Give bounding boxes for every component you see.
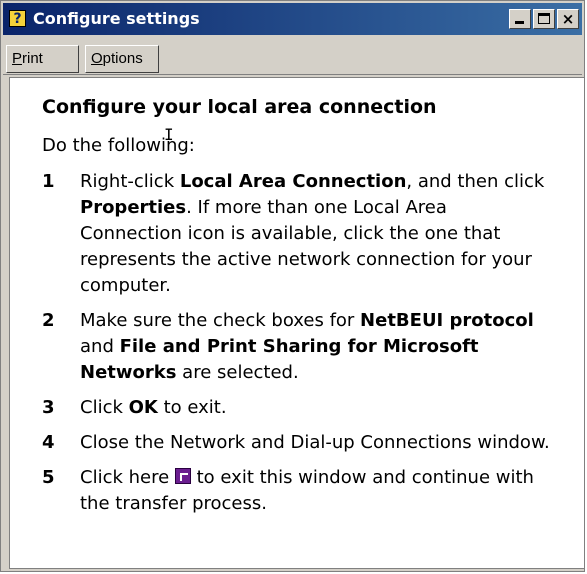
title-bar[interactable]: ? Configure settings × [3, 3, 582, 35]
list-item: 5 Click here to exit this window and con… [42, 465, 552, 517]
options-label: ptions [102, 50, 143, 67]
step-number: 3 [42, 397, 55, 418]
step-number: 4 [42, 432, 55, 453]
list-item: 1 Right-click Local Area Connection, and… [42, 169, 552, 299]
maximize-icon [538, 13, 550, 24]
step-text: Make sure the check boxes for NetBEUI pr… [80, 310, 534, 383]
step-text: Right-click Local Area Connection, and t… [80, 171, 545, 296]
list-item: 3 Click OK to exit. [42, 395, 552, 421]
step-number: 5 [42, 467, 55, 488]
print-label: rint [22, 50, 43, 67]
maximize-button[interactable] [533, 9, 555, 29]
print-accel: P [12, 50, 23, 67]
step-number: 2 [42, 310, 55, 331]
close-icon: × [561, 10, 575, 28]
help-content[interactable]: Configure your local area connection Do … [9, 77, 584, 569]
window-title: Configure settings [33, 9, 200, 28]
print-button[interactable]: Print [6, 45, 79, 73]
page-title: Configure your local area connection [42, 96, 437, 118]
list-item: 2 Make sure the check boxes for NetBEUI … [42, 308, 552, 386]
minimize-icon [515, 21, 524, 24]
step-text: Close the Network and Dial-up Connection… [80, 432, 550, 453]
options-accel: O [91, 50, 103, 67]
text-cursor-icon: I [164, 125, 174, 144]
list-item: 4 Close the Network and Dial-up Connecti… [42, 430, 552, 456]
exit-window-icon[interactable] [174, 468, 191, 484]
close-button[interactable]: × [557, 9, 579, 29]
step-number: 1 [42, 171, 55, 192]
help-icon: ? [9, 10, 26, 27]
step-text: Click here to exit this window and conti… [80, 467, 534, 514]
options-button[interactable]: Options [85, 45, 159, 73]
step-text: Click OK to exit. [80, 397, 227, 418]
help-window: ? Configure settings × Print Options Con… [0, 0, 585, 572]
minimize-button[interactable] [509, 9, 531, 29]
steps-list: 1 Right-click Local Area Connection, and… [42, 169, 552, 526]
toolbar: Print Options [3, 37, 582, 75]
